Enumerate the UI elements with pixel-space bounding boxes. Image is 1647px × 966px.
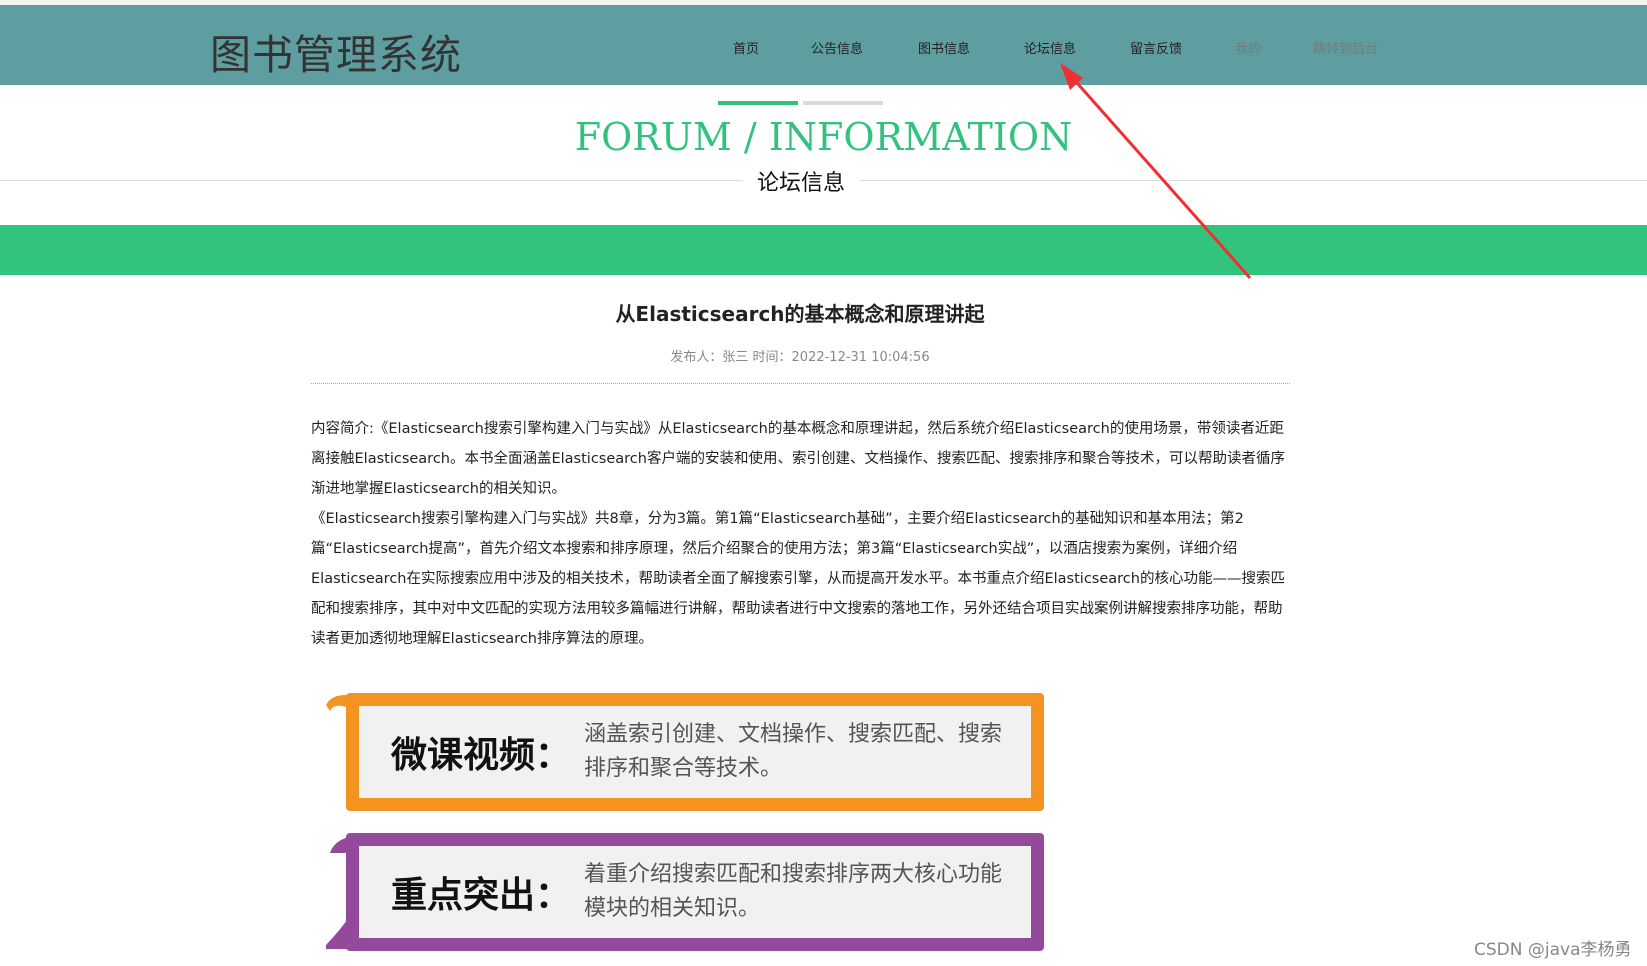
title-bar-green <box>718 101 798 105</box>
title-bar-grey <box>803 101 883 105</box>
nav-forum[interactable]: 论坛信息 <box>1024 38 1076 57</box>
promo-highlights: 重点突出： 着重介绍搜索匹配和搜索排序两大核心功能模块的相关知识。 <box>326 833 1044 951</box>
header: 图书管理系统 首页 公告信息 图书信息 论坛信息 留言反馈 我的 跳转到后台 <box>0 5 1647 85</box>
article-title: 从Elasticsearch的基本概念和原理讲起 <box>615 302 985 326</box>
site-logo[interactable]: 图书管理系统 <box>210 21 462 81</box>
article-content: 内容简介:《Elasticsearch搜索引擎构建入门与实战》从Elastics… <box>311 414 1293 654</box>
article-meta: 发布人：张三 时间：2022-12-31 10:04:56 <box>670 350 930 365</box>
nav-home[interactable]: 首页 <box>733 38 759 57</box>
promo-text: 涵盖索引创建、文档操作、搜索匹配、搜索排序和聚合等技术。 <box>584 722 1003 781</box>
section-title-en: FORUM / INFORMATION <box>574 115 1073 159</box>
promo-text: 着重介绍搜索匹配和搜索排序两大核心功能模块的相关知识。 <box>584 862 1003 921</box>
paragraph: 内容简介:《Elasticsearch搜索引擎构建入门与实战》从Elastics… <box>311 421 1285 497</box>
nav-admin[interactable]: 跳转到后台 <box>1313 38 1378 57</box>
green-banner <box>0 225 1647 275</box>
dotted-divider <box>311 383 1290 384</box>
promo-micro-video: 微课视频： 涵盖索引创建、文档操作、搜索匹配、搜索排序和聚合等技术。 <box>326 693 1044 811</box>
paragraph: 《Elasticsearch搜索引擎构建入门与实战》共8章，分为3篇。第1篇“E… <box>311 511 1285 647</box>
nav-mine[interactable]: 我的 <box>1235 38 1261 57</box>
promo-key: 重点突出： <box>391 875 572 916</box>
promo-key: 微课视频： <box>391 735 572 776</box>
nav-announcements[interactable]: 公告信息 <box>811 38 863 57</box>
section-title-cn: 论坛信息 <box>743 165 859 197</box>
nav-books[interactable]: 图书信息 <box>918 38 970 57</box>
nav-feedback[interactable]: 留言反馈 <box>1130 38 1182 57</box>
watermark: CSDN @java李杨勇 <box>1474 940 1632 960</box>
